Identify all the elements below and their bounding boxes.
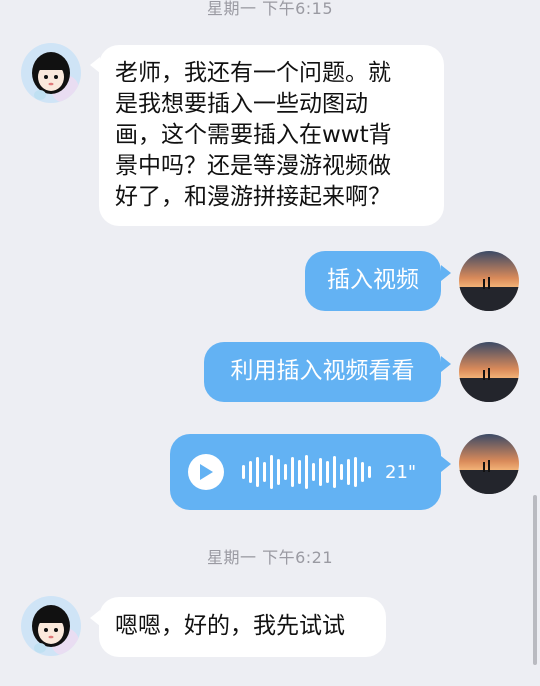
bubble-tail bbox=[441, 356, 451, 372]
message-text: 插入视频 bbox=[327, 267, 419, 293]
play-icon[interactable] bbox=[188, 454, 224, 490]
voice-message-bubble[interactable]: 21" bbox=[170, 434, 441, 510]
message-text-line: 老师，我还有一个问题。就 bbox=[115, 60, 391, 86]
voice-waveform bbox=[242, 452, 371, 492]
message-bubble-incoming[interactable]: 嗯嗯，好的，我先试试 bbox=[99, 597, 386, 657]
timestamp: 星期一 下午6:21 bbox=[206, 548, 334, 567]
message-text: 嗯嗯，好的，我先试试 bbox=[115, 613, 345, 639]
message-bubble-outgoing[interactable]: 利用插入视频看看 bbox=[204, 342, 441, 402]
message-text-line: 景中吗？还是等漫游视频做 bbox=[115, 153, 391, 179]
bubble-tail bbox=[441, 265, 451, 281]
message-text: 利用插入视频看看 bbox=[230, 358, 415, 384]
message-text-line: 是我想要插入一些动图动 bbox=[115, 91, 368, 117]
scrollbar[interactable] bbox=[533, 495, 537, 665]
timestamp: 星期一 下午6:15 bbox=[206, 0, 334, 18]
contact-avatar[interactable] bbox=[21, 596, 81, 656]
message-bubble-outgoing[interactable]: 插入视频 bbox=[305, 251, 441, 311]
contact-avatar[interactable] bbox=[21, 43, 81, 103]
voice-duration: 21" bbox=[385, 461, 417, 483]
bubble-tail bbox=[441, 456, 451, 472]
my-avatar[interactable] bbox=[459, 251, 519, 311]
message-text-line: 画，这个需要插入在wwt背 bbox=[115, 122, 392, 148]
message-text-line: 好了，和漫游拼接起来啊？ bbox=[115, 184, 391, 210]
message-bubble-incoming[interactable]: 老师，我还有一个问题。就 是我想要插入一些动图动 画，这个需要插入在wwt背 景… bbox=[99, 45, 444, 226]
my-avatar[interactable] bbox=[459, 342, 519, 402]
my-avatar[interactable] bbox=[459, 434, 519, 494]
